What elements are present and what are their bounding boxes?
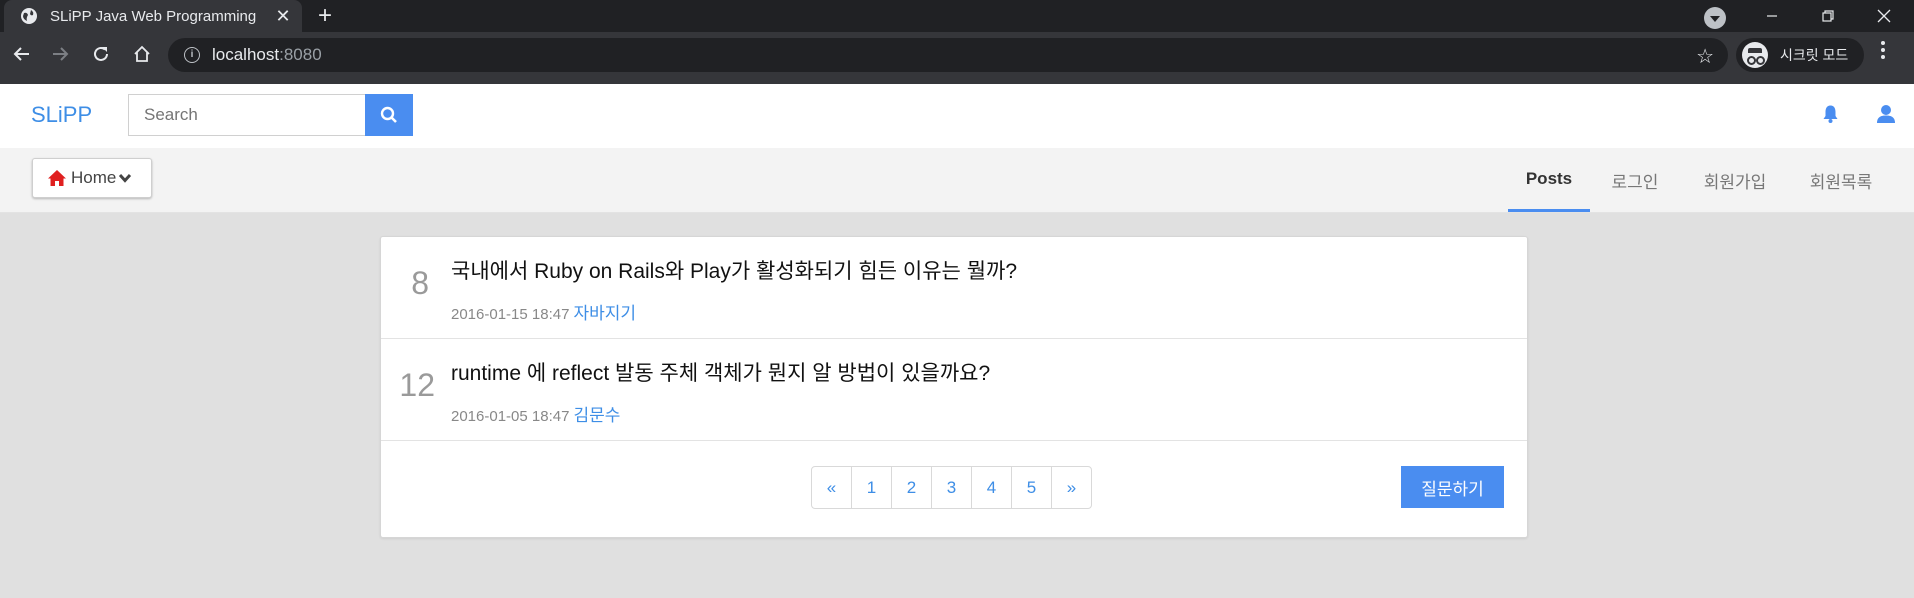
pagination-next[interactable]: » bbox=[1051, 466, 1092, 509]
url-port: :8080 bbox=[279, 45, 322, 64]
pagination: « 1 2 3 4 5 » bbox=[811, 466, 1092, 509]
incognito-icon bbox=[1742, 42, 1768, 68]
browser-menu-icon[interactable] bbox=[1880, 41, 1886, 62]
globe-icon bbox=[21, 8, 37, 24]
pagination-page-2[interactable]: 2 bbox=[891, 466, 932, 509]
post-answer-count: 8 bbox=[411, 265, 429, 301]
reload-icon[interactable] bbox=[89, 42, 113, 66]
pagination-page-5[interactable]: 5 bbox=[1011, 466, 1052, 509]
pagination-page-4[interactable]: 4 bbox=[971, 466, 1012, 509]
site-header: SLiPP bbox=[0, 84, 1914, 148]
post-title[interactable]: 국내에서 Ruby on Rails와 Play가 활성화되기 힘든 이유는 뭘… bbox=[451, 255, 1017, 285]
new-tab-icon[interactable]: + bbox=[318, 3, 332, 29]
post-author[interactable]: 김문수 bbox=[573, 406, 620, 425]
nav-tab-login[interactable]: 로그인 bbox=[1598, 148, 1672, 212]
incognito-indicator[interactable]: 시크릿 모드 bbox=[1736, 38, 1864, 72]
minimize-icon[interactable] bbox=[1750, 0, 1794, 32]
pagination-page-3[interactable]: 3 bbox=[931, 466, 972, 509]
post-meta: 2016-01-05 18:47 김문수 bbox=[451, 401, 620, 426]
forward-icon[interactable] bbox=[48, 42, 72, 66]
home-icon[interactable] bbox=[130, 42, 154, 66]
incognito-label: 시크릿 모드 bbox=[1780, 47, 1849, 63]
post-author[interactable]: 자바지기 bbox=[573, 304, 636, 323]
window-close-icon[interactable] bbox=[1862, 0, 1906, 32]
browser-toolbar: i localhost:8080 ☆ 시크릿 모드 bbox=[0, 32, 1914, 84]
post-item[interactable]: 8 국내에서 Ruby on Rails와 Play가 활성화되기 힘든 이유는… bbox=[381, 237, 1527, 339]
bookmark-star-icon[interactable]: ☆ bbox=[1696, 44, 1714, 69]
notification-bell-icon[interactable] bbox=[1822, 104, 1839, 129]
nav-tab-member-list[interactable]: 회원목록 bbox=[1796, 148, 1886, 212]
browser-tab[interactable]: SLiPP Java Web Programming ✕ bbox=[4, 0, 302, 32]
post-date: 2016-01-15 18:47 bbox=[451, 306, 570, 323]
back-icon[interactable] bbox=[10, 42, 34, 66]
user-icon[interactable] bbox=[1876, 104, 1896, 129]
home-dropdown-button[interactable]: Home bbox=[32, 158, 152, 198]
post-answer-count: 12 bbox=[399, 367, 435, 403]
url-host: localhost bbox=[212, 45, 280, 64]
browser-tab-bar: SLiPP Java Web Programming ✕ + bbox=[0, 0, 1914, 32]
pagination-page-1[interactable]: 1 bbox=[851, 466, 892, 509]
post-meta: 2016-01-15 18:47 자바지기 bbox=[451, 299, 636, 324]
ask-question-button[interactable]: 질문하기 bbox=[1401, 466, 1504, 508]
nav-tab-posts[interactable]: Posts bbox=[1508, 148, 1590, 212]
chevron-down-icon bbox=[119, 173, 132, 183]
sub-navigation: Home Posts 로그인 회원가입 회원목록 bbox=[0, 148, 1914, 213]
nav-tab-signup[interactable]: 회원가입 bbox=[1690, 148, 1780, 212]
search-button[interactable] bbox=[365, 94, 413, 136]
search-input[interactable] bbox=[128, 94, 366, 136]
brand-logo[interactable]: SLiPP bbox=[31, 102, 92, 128]
restore-icon[interactable] bbox=[1806, 0, 1850, 32]
home-button-label: Home bbox=[71, 168, 117, 187]
posts-panel: 8 국내에서 Ruby on Rails와 Play가 활성화되기 힘든 이유는… bbox=[380, 236, 1528, 538]
post-title[interactable]: runtime 에 reflect 발동 주체 객체가 뭔지 알 방법이 있을까… bbox=[451, 357, 990, 387]
search-icon bbox=[380, 106, 397, 123]
address-bar[interactable]: i localhost:8080 ☆ bbox=[168, 38, 1728, 72]
site-info-icon[interactable]: i bbox=[184, 47, 200, 63]
pagination-prev[interactable]: « bbox=[811, 466, 852, 509]
tab-title: SLiPP Java Web Programming bbox=[50, 7, 257, 25]
tab-close-icon[interactable]: ✕ bbox=[274, 6, 292, 27]
post-date: 2016-01-05 18:47 bbox=[451, 408, 570, 425]
post-item[interactable]: 12 runtime 에 reflect 발동 주체 객체가 뭔지 알 방법이 … bbox=[381, 339, 1527, 441]
home-icon bbox=[48, 170, 66, 186]
tab-search-icon[interactable] bbox=[1704, 7, 1726, 29]
